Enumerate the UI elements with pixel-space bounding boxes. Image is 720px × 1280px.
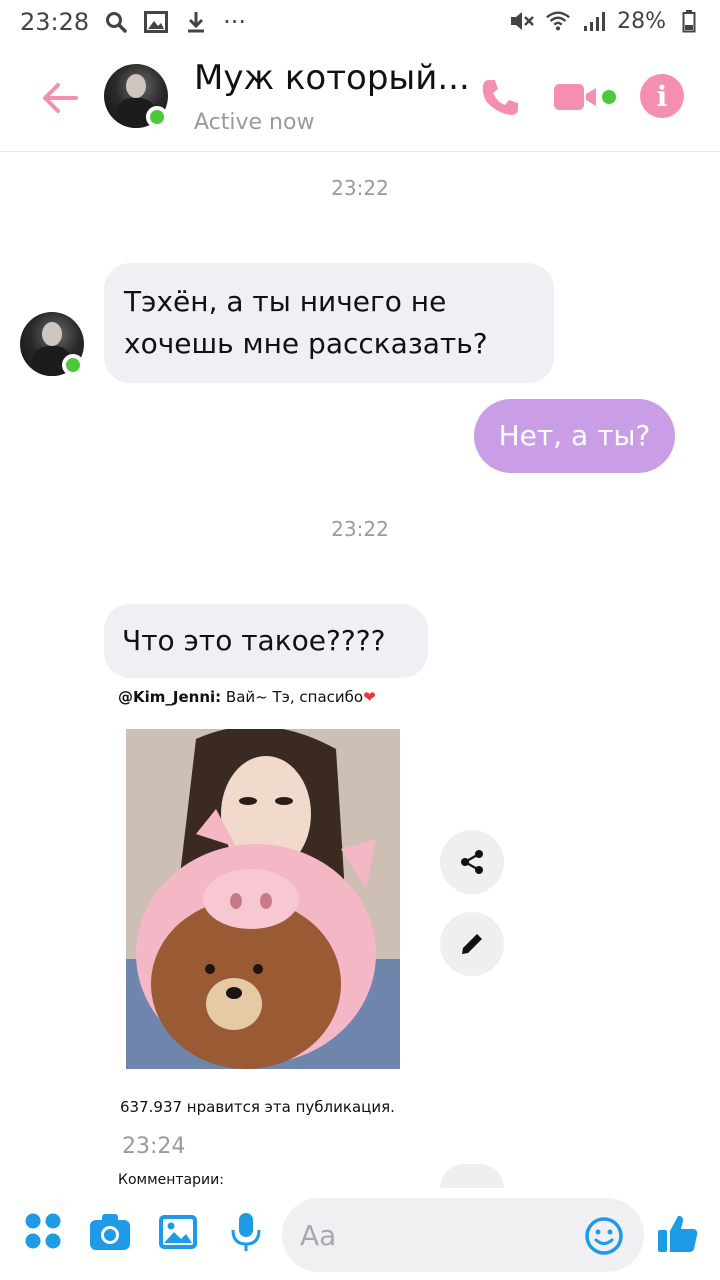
video-camera-icon: [554, 84, 616, 110]
back-button[interactable]: [36, 74, 84, 122]
emoji-icon: [585, 1217, 623, 1255]
message-text-line: Тэхён, а ты ничего не: [124, 285, 447, 318]
post-photo-illustration: [126, 729, 400, 1069]
message-composer: [0, 1188, 720, 1280]
message-timestamp: 23:22: [331, 176, 389, 200]
video-call-button[interactable]: [552, 80, 616, 116]
thumbs-up-button[interactable]: [656, 1212, 700, 1256]
voice-message-button[interactable]: [224, 1210, 268, 1254]
gallery-notification-icon: [143, 9, 169, 35]
camera-icon: [90, 1214, 130, 1250]
post-author: @Kim_Jenni:: [118, 688, 222, 706]
gallery-button[interactable]: [156, 1210, 200, 1254]
download-icon: [183, 9, 209, 35]
signal-icon: [581, 8, 607, 34]
chat-title[interactable]: Муж который...: [194, 58, 470, 98]
voice-call-button[interactable]: [476, 74, 524, 122]
phone-icon: [482, 80, 518, 115]
heart-icon: ❤: [363, 688, 376, 706]
post-caption: @Kim_Jenni: Вай~ Тэ, спасибо❤: [118, 688, 376, 706]
incoming-message-bubble[interactable]: Тэхён, а ты ничего не хочешь мне рассказ…: [104, 263, 554, 383]
message-timestamp: 23:22: [331, 517, 389, 541]
back-arrow-icon: [43, 83, 78, 113]
edit-button[interactable]: [440, 912, 504, 976]
incoming-message-bubble[interactable]: Что это такое????: [104, 604, 428, 678]
online-indicator: [146, 106, 168, 128]
post-comments-label: Комментарии:: [118, 1172, 224, 1188]
more-notifications: ···: [223, 8, 247, 36]
thumbs-up-icon: [658, 1215, 698, 1252]
partial-action-button[interactable]: [440, 1164, 504, 1188]
post-caption-text: Вай~ Тэ, спасибо: [221, 688, 364, 706]
post-timestamp: 23:24: [122, 1134, 186, 1159]
info-icon: i: [656, 79, 668, 113]
message-text: Что это такое????: [122, 624, 386, 657]
wifi-icon: [545, 8, 571, 34]
apps-button[interactable]: [22, 1210, 66, 1254]
share-button[interactable]: [440, 830, 504, 894]
pencil-icon: [462, 934, 482, 954]
post-photo[interactable]: [126, 729, 400, 1069]
mute-icon: [509, 8, 535, 34]
post-likes: 637.937 нравится эта публикация.: [120, 1098, 395, 1116]
outgoing-message-bubble[interactable]: Нет, а ты?: [474, 399, 675, 473]
battery-icon: [676, 8, 702, 34]
status-bar-right: 28%: [509, 8, 702, 34]
chat-header: Муж который... Active now i: [0, 44, 720, 152]
active-status: Active now: [194, 110, 315, 135]
sender-online-indicator: [62, 354, 84, 376]
message-text-line: хочешь мне рассказать?: [124, 327, 488, 360]
message-text: Нет, а ты?: [498, 419, 651, 452]
battery-percent: 28%: [617, 8, 666, 34]
apps-icon: [25, 1213, 61, 1249]
status-bar: 23:28 ··· 28%: [0, 0, 720, 44]
emoji-button[interactable]: [584, 1216, 624, 1256]
status-bar-left: 23:28 ···: [20, 8, 246, 36]
info-button[interactable]: i: [640, 74, 684, 118]
camera-button[interactable]: [88, 1210, 132, 1254]
status-time: 23:28: [20, 8, 90, 36]
gallery-icon: [159, 1215, 197, 1249]
share-icon: [461, 850, 483, 874]
search-icon: [103, 9, 129, 35]
microphone-icon: [231, 1213, 261, 1251]
